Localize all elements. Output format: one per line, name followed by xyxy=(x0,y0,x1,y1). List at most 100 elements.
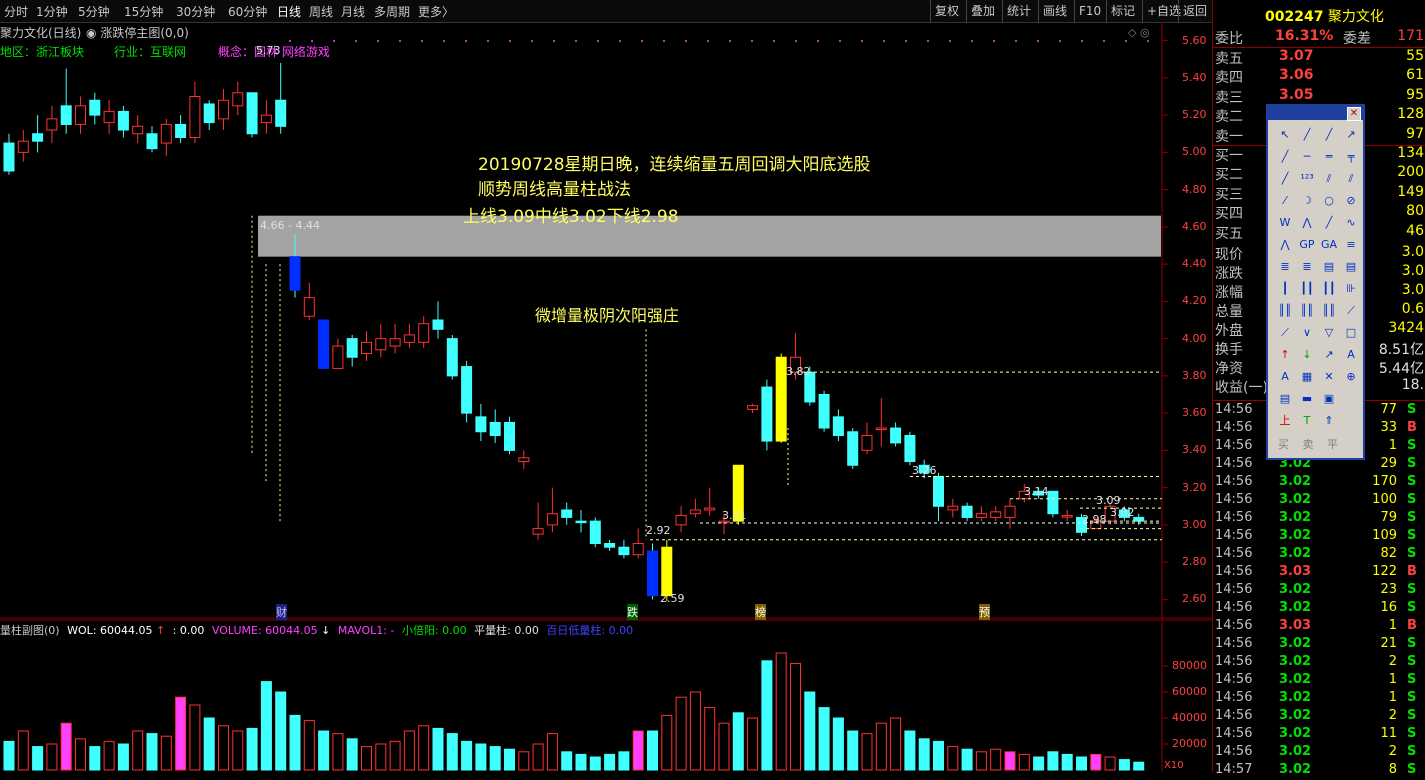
tab-daily[interactable]: 日线 xyxy=(277,3,301,20)
bars2-tool-icon[interactable]: ║║ xyxy=(1298,302,1316,320)
trend-tool-icon[interactable]: ╱ xyxy=(1276,170,1294,188)
ask-row[interactable]: 卖五 3.07 55 xyxy=(1213,48,1425,67)
drawing-toolbox[interactable]: ✕ ↖ ╱ ╱ ↗ ╱ ─ ═ ╤ ╱ ¹²³ ⫽ ⫽ ⁄ ☽ ○ ⊘ W ⋀ ╱ ∿ ⋀ GP GA ≡ ≣ ≣ ▤ ▤ ┃ ┃┃ ┃┃ ⊪… xyxy=(1266,104,1365,460)
subchart-title[interactable]: 量柱副图(0) xyxy=(0,624,60,637)
tick-side: S xyxy=(1407,708,1417,723)
lock-tool-icon[interactable]: ⊕ xyxy=(1342,368,1360,386)
buy-tool[interactable]: 买 xyxy=(1278,438,1289,451)
ruler-tool-icon[interactable]: ▬ xyxy=(1298,390,1316,408)
event-mark-die[interactable]: 跌 xyxy=(627,604,638,620)
ellipse-tool-icon[interactable]: ⊘ xyxy=(1342,192,1360,210)
sine-tool-icon[interactable]: ∿ xyxy=(1342,214,1360,232)
tab-weekly[interactable]: 周线 xyxy=(309,3,333,20)
rect-tool-icon[interactable]: □ xyxy=(1342,324,1360,342)
pattern-tool-icon[interactable]: ▦ xyxy=(1298,368,1316,386)
overlay-button[interactable]: 叠加 xyxy=(966,0,999,22)
up-mark-tool-icon[interactable]: 上 xyxy=(1276,412,1294,430)
text-tool-icon[interactable]: A xyxy=(1342,346,1360,364)
low-label: 2.59 xyxy=(660,592,685,605)
ask-row[interactable]: 卖四 3.06 61 xyxy=(1213,67,1425,86)
tab-15min[interactable]: 15分钟 xyxy=(124,3,163,20)
fib2-tool-icon[interactable]: ⫽ xyxy=(1342,170,1360,188)
note-tool-icon[interactable]: ▤ xyxy=(1276,390,1294,408)
double-up-tool-icon[interactable]: ⇑ xyxy=(1320,412,1338,430)
tab-5min[interactable]: 5分钟 xyxy=(78,3,110,20)
parallel-tool-icon[interactable]: ═ xyxy=(1320,148,1338,166)
vlines-tool-icon[interactable]: ┃┃ xyxy=(1298,280,1316,298)
tab-60min[interactable]: 60分钟 xyxy=(228,3,267,20)
mark-button[interactable]: 标记 xyxy=(1106,0,1139,22)
gann2-tool-icon[interactable]: ▤ xyxy=(1342,258,1360,276)
tick-time: 14:56 xyxy=(1215,438,1253,453)
draw-button[interactable]: 画线 xyxy=(1038,0,1071,22)
blank-tool-icon[interactable] xyxy=(1342,390,1360,408)
toolbox-titlebar[interactable]: ✕ xyxy=(1268,106,1363,121)
gann-tool-icon[interactable]: ▤ xyxy=(1320,258,1338,276)
indicator-dropdown[interactable]: ◉ 涨跌停主图(0,0) xyxy=(86,24,189,41)
event-mark-yu[interactable]: 预 xyxy=(979,604,990,620)
event-mark-cai[interactable]: 财 xyxy=(276,604,287,620)
sell-tool[interactable]: 卖 xyxy=(1303,438,1314,451)
levels2-tool-icon[interactable]: ≣ xyxy=(1276,258,1294,276)
diag-arrow-tool-icon[interactable]: ↗ xyxy=(1320,346,1338,364)
text-box-tool-icon[interactable]: A xyxy=(1276,368,1294,386)
number-tool-icon[interactable]: ¹²³ xyxy=(1298,170,1316,188)
levels3-tool-icon[interactable]: ≣ xyxy=(1298,258,1316,276)
levels-tool-icon[interactable]: ≡ xyxy=(1342,236,1360,254)
wave-tool-icon[interactable]: W xyxy=(1276,214,1294,232)
gp-tool-icon[interactable]: GP xyxy=(1298,236,1316,254)
f10-button[interactable]: F10 xyxy=(1074,0,1105,22)
circle-tool-icon[interactable]: ○ xyxy=(1320,192,1338,210)
slope-tool-icon[interactable]: ⁄ xyxy=(1276,192,1294,210)
zigzag-tool-icon[interactable]: ╱ xyxy=(1320,214,1338,232)
bars-tool-icon[interactable]: ║║ xyxy=(1276,302,1294,320)
calc-tool-icon[interactable]: ▣ xyxy=(1320,390,1338,408)
line-tool-icon[interactable]: ╱ xyxy=(1298,126,1316,144)
down-arrow-tool-icon[interactable]: ↓ xyxy=(1298,346,1316,364)
fuquan-button[interactable]: 复权 xyxy=(930,0,963,22)
pointer-tool-icon[interactable]: ↖ xyxy=(1276,126,1294,144)
signal-dot xyxy=(619,40,621,42)
stats-button[interactable]: 统计 xyxy=(1002,0,1035,22)
channel-tool-icon[interactable]: ╤ xyxy=(1342,148,1360,166)
vline-tool-icon[interactable]: ┃ xyxy=(1276,280,1294,298)
cycle-tool-icon[interactable]: ⊪ xyxy=(1342,280,1360,298)
event-mark-bang[interactable]: 榜 xyxy=(755,604,766,620)
fib-tool-icon[interactable]: ⫽ xyxy=(1320,170,1338,188)
flat-tool[interactable]: 平 xyxy=(1327,438,1338,451)
volume-bar xyxy=(632,730,644,771)
blank2-tool-icon[interactable] xyxy=(1342,412,1360,430)
peak-tool-icon[interactable]: ⋀ xyxy=(1298,214,1316,232)
fan-tool-icon[interactable]: ⟋ xyxy=(1342,302,1360,320)
down-v-tool-icon[interactable]: ∨ xyxy=(1298,324,1316,342)
tab-more[interactable]: 更多〉 xyxy=(418,3,454,20)
indicator-title: 涨跌停主图(0,0) xyxy=(100,26,189,40)
arc-tool-icon[interactable]: ☽ xyxy=(1298,192,1316,210)
flat-mark-tool-icon[interactable]: T xyxy=(1298,412,1316,430)
arrow-line-tool-icon[interactable]: ↗ xyxy=(1342,126,1360,144)
delete-tool-icon[interactable]: ✕ xyxy=(1320,368,1338,386)
tab-minute[interactable]: 分时 xyxy=(4,3,28,20)
triangle-tool-icon[interactable]: ▽ xyxy=(1320,324,1338,342)
kline-chart[interactable] xyxy=(0,22,1212,772)
tab-30min[interactable]: 30分钟 xyxy=(176,3,215,20)
candle-body xyxy=(432,319,444,330)
tick-volume: 82 xyxy=(1380,546,1397,561)
tab-multi-period[interactable]: 多周期 xyxy=(374,3,410,20)
vlines2-tool-icon[interactable]: ┃┃ xyxy=(1320,280,1338,298)
segment-tool-icon[interactable]: ╱ xyxy=(1276,148,1294,166)
quote-value: 3.0 xyxy=(1401,263,1424,279)
back-button[interactable]: 返回 xyxy=(1178,0,1211,22)
tab-1min[interactable]: 1分钟 xyxy=(36,3,68,20)
close-icon[interactable]: ✕ xyxy=(1347,107,1361,121)
mountain-tool-icon[interactable]: ⋀ xyxy=(1276,236,1294,254)
chart-settings-icon[interactable]: ◇ ◎ xyxy=(1128,26,1150,39)
ask-row[interactable]: 卖三 3.05 95 xyxy=(1213,87,1425,106)
hline-tool-icon[interactable]: ─ xyxy=(1298,148,1316,166)
tab-monthly[interactable]: 月线 xyxy=(341,3,365,20)
bars3-tool-icon[interactable]: ║║ xyxy=(1320,302,1338,320)
fan2-tool-icon[interactable]: ⟋ xyxy=(1276,324,1294,342)
ga-tool-icon[interactable]: GA xyxy=(1320,236,1338,254)
ray-tool-icon[interactable]: ╱ xyxy=(1320,126,1338,144)
up-arrow-tool-icon[interactable]: ↑ xyxy=(1276,346,1294,364)
